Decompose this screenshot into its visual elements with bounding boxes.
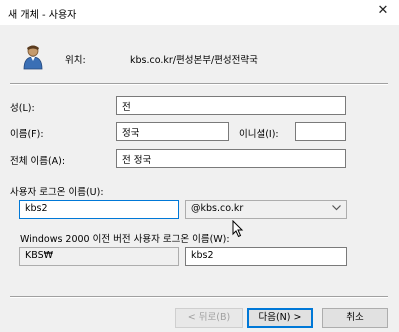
pre2000-logon-field[interactable]: kbs2 [185,247,347,266]
full-name-label: 전체 이름(A): [10,156,66,167]
chevron-down-icon [332,204,341,213]
close-icon[interactable]: ✕ [373,2,393,20]
first-name-field[interactable]: 정국 [116,122,229,141]
upn-suffix-dropdown[interactable]: @kbs.co.kr [185,200,347,219]
window-title: 새 개체 - 사용자 [8,10,77,21]
last-name-label: 성(L): [10,103,35,114]
location-value: kbs.co.kr/편성본부/편성전략국 [130,55,258,66]
title-bar: 새 개체 - 사용자 ✕ [0,0,399,24]
pre2000-label: Windows 2000 이전 버전 사용자 로그온 이름(W): [20,234,230,245]
separator [10,83,388,85]
upn-suffix-value: @kbs.co.kr [191,203,244,214]
first-name-label: 이름(F): [10,129,44,140]
cancel-button[interactable]: 취소 [322,308,388,328]
mouse-cursor-icon [232,220,244,238]
logon-name-field[interactable]: kbs2 [19,200,179,219]
logon-name-label: 사용자 로그온 이름(U): [10,187,104,198]
last-name-field[interactable]: 전 [116,96,346,115]
separator [10,296,388,298]
initials-field[interactable] [295,122,346,141]
initials-label: 이니셜(I): [239,129,279,140]
user-icon [23,45,43,70]
full-name-field[interactable]: 전 정국 [116,149,346,168]
back-button[interactable]: < 뒤로(B) [175,308,243,328]
next-button[interactable]: 다음(N) > [247,308,313,328]
location-label: 위치: [65,55,86,66]
pre2000-domain-field: KBS₩ [19,247,179,266]
dialog-client [0,25,399,332]
